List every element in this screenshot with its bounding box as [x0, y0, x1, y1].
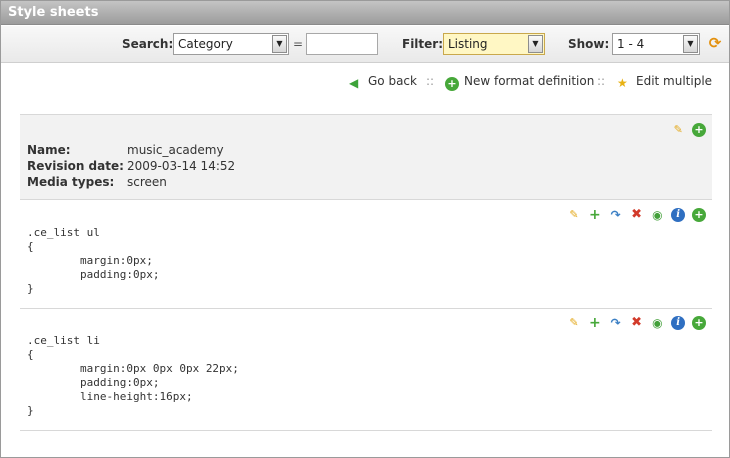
pencil-icon[interactable]: ✎: [671, 123, 685, 137]
style-sheet-info: ✎ + Name: music_academy Revision date: 2…: [20, 114, 712, 200]
pencil-icon[interactable]: ✎: [567, 316, 581, 330]
plus-icon[interactable]: +: [588, 208, 602, 222]
css-definition: ✎ + ↷ ✖ ◉ i + .ce_list ul { margin:0px; …: [20, 201, 712, 309]
css-code: .ce_list li { margin:0px 0px 0px 22px; p…: [27, 334, 239, 417]
copy-icon[interactable]: ↷: [609, 208, 623, 222]
revision-label: Revision date:: [27, 159, 124, 173]
search-field-value: Category: [178, 37, 233, 51]
show-label: Show:: [568, 37, 610, 51]
pencil-icon[interactable]: ✎: [567, 208, 581, 222]
filter-select[interactable]: Listing ▼: [443, 33, 545, 55]
search-label: Search:: [122, 37, 174, 51]
add-icon[interactable]: +: [692, 316, 706, 330]
equals-sign: =: [293, 37, 304, 51]
add-icon[interactable]: +: [692, 208, 706, 222]
preview-icon[interactable]: ◉: [650, 208, 664, 222]
name-value: music_academy: [127, 143, 224, 157]
global-actions: ◀ Go back :: + New format definition :: ★ E…: [349, 74, 719, 91]
info-toolbar: ✎ +: [668, 123, 706, 137]
definition-toolbar: ✎ + ↷ ✖ ◉ i +: [564, 208, 706, 222]
filter-value: Listing: [448, 37, 488, 51]
go-back-link[interactable]: ◀ Go back: [349, 74, 417, 90]
new-format-definition-link[interactable]: + New format definition: [445, 74, 594, 91]
filter-label: Filter:: [402, 37, 444, 51]
back-arrow-icon: ◀: [349, 76, 359, 90]
delete-icon[interactable]: ✖: [630, 316, 644, 330]
show-value: 1 - 4: [617, 37, 645, 51]
css-code: .ce_list ul { margin:0px; padding:0px; }: [27, 226, 160, 295]
separator: ::: [597, 74, 606, 88]
star-icon: ★: [617, 76, 628, 90]
chevron-down-icon: ▼: [528, 35, 543, 53]
add-icon[interactable]: +: [692, 123, 706, 137]
chevron-down-icon: ▼: [272, 35, 287, 53]
edit-multiple-label: Edit multiple: [636, 74, 713, 88]
copy-icon[interactable]: ↷: [609, 316, 623, 330]
info-icon[interactable]: i: [671, 208, 686, 222]
revision-value: 2009-03-14 14:52: [127, 159, 236, 173]
search-toolbar: Search: Category ▼ = Filter: Listing ▼ S…: [1, 26, 729, 63]
new-format-label: New format definition: [464, 74, 595, 88]
style-sheets-panel: Style sheets Search: Category ▼ = Filter…: [0, 0, 730, 458]
plus-icon[interactable]: +: [588, 316, 602, 330]
name-label: Name:: [27, 143, 71, 157]
media-label: Media types:: [27, 175, 115, 189]
delete-icon[interactable]: ✖: [630, 208, 644, 222]
edit-multiple-link[interactable]: ★ Edit multiple: [617, 74, 712, 90]
panel-title: Style sheets: [1, 1, 729, 25]
separator: ::: [426, 74, 435, 88]
add-icon: +: [445, 77, 459, 91]
css-definition: ✎ + ↷ ✖ ◉ i + .ce_list li { margin:0px 0…: [20, 309, 712, 431]
go-back-label: Go back: [368, 74, 417, 88]
chevron-down-icon: ▼: [683, 35, 698, 53]
definition-toolbar: ✎ + ↷ ✖ ◉ i +: [564, 316, 706, 330]
show-select[interactable]: 1 - 4 ▼: [612, 33, 700, 55]
info-icon[interactable]: i: [671, 316, 686, 330]
search-field-select[interactable]: Category ▼: [173, 33, 289, 55]
preview-icon[interactable]: ◉: [650, 316, 664, 330]
search-input[interactable]: [306, 33, 378, 55]
refresh-icon[interactable]: ⟳: [707, 35, 723, 51]
media-value: screen: [127, 175, 167, 189]
